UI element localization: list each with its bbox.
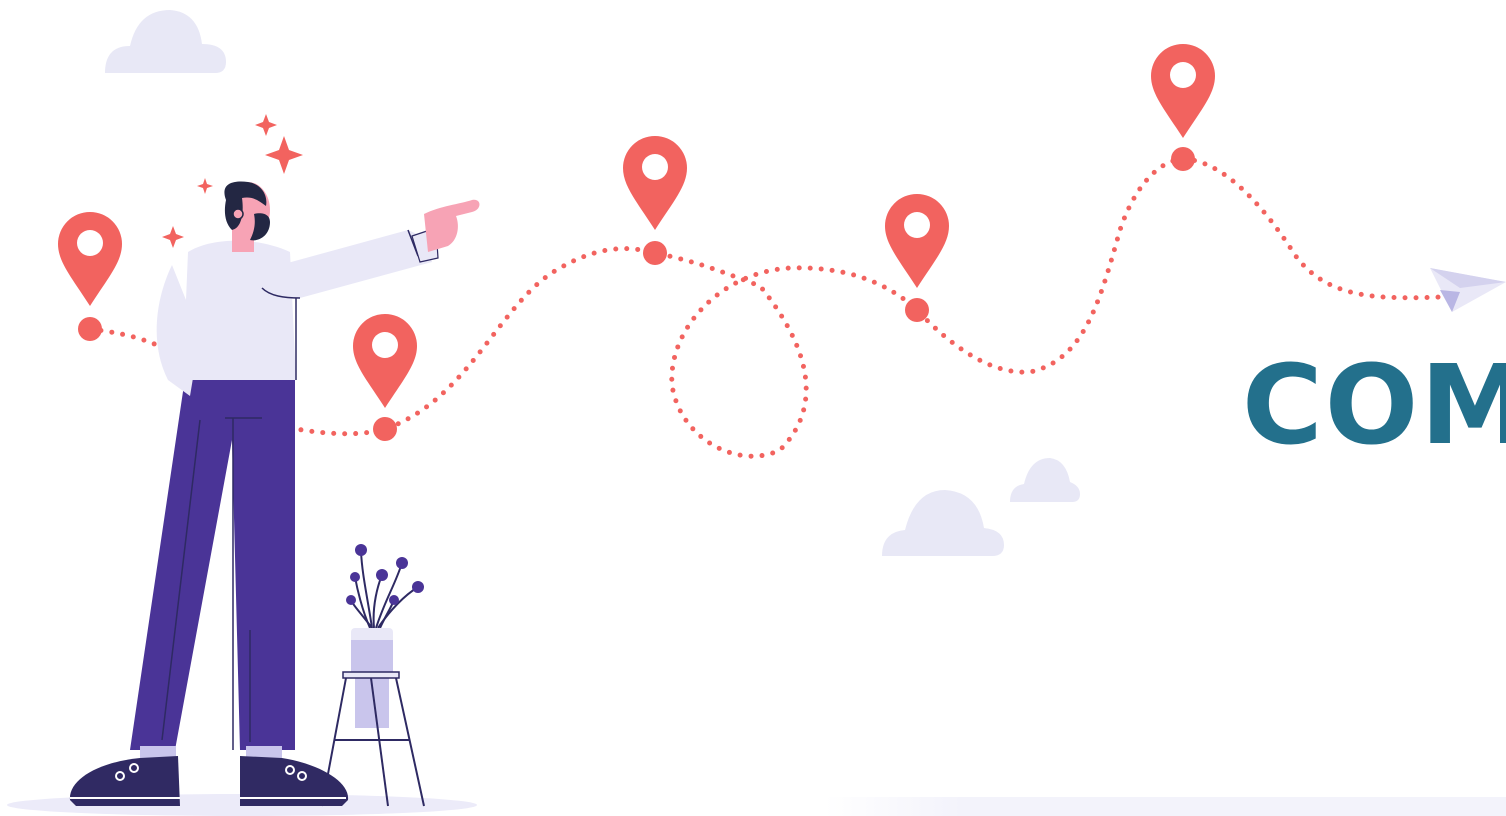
headline-text: COM	[1242, 341, 1506, 469]
map-pin-icon	[353, 314, 417, 408]
sparkle-icon	[197, 178, 213, 194]
waypoint-dot-2	[373, 417, 397, 441]
cloud-middle-small	[1010, 458, 1080, 502]
paper-plane-icon	[1430, 268, 1506, 312]
map-pin-icon	[58, 212, 122, 306]
map-pin-icon	[1151, 44, 1215, 138]
map-pin-icon	[885, 194, 949, 288]
sparkle-icon	[265, 136, 303, 174]
person-pointing	[69, 181, 480, 806]
sparkle-icon	[255, 114, 277, 136]
cloud-top-left	[105, 10, 226, 73]
floor-strip	[825, 797, 1506, 816]
waypoint-dot-1	[78, 317, 102, 341]
map-pin-icon	[623, 136, 687, 230]
waypoint-dot-4	[905, 298, 929, 322]
roadmap-hero: COM	[0, 0, 1506, 816]
potted-plant	[321, 544, 425, 807]
waypoint-dot-3	[643, 241, 667, 265]
sparkle-icon	[162, 226, 184, 248]
cloud-middle-large	[882, 490, 1004, 556]
waypoint-dot-5	[1171, 147, 1195, 171]
